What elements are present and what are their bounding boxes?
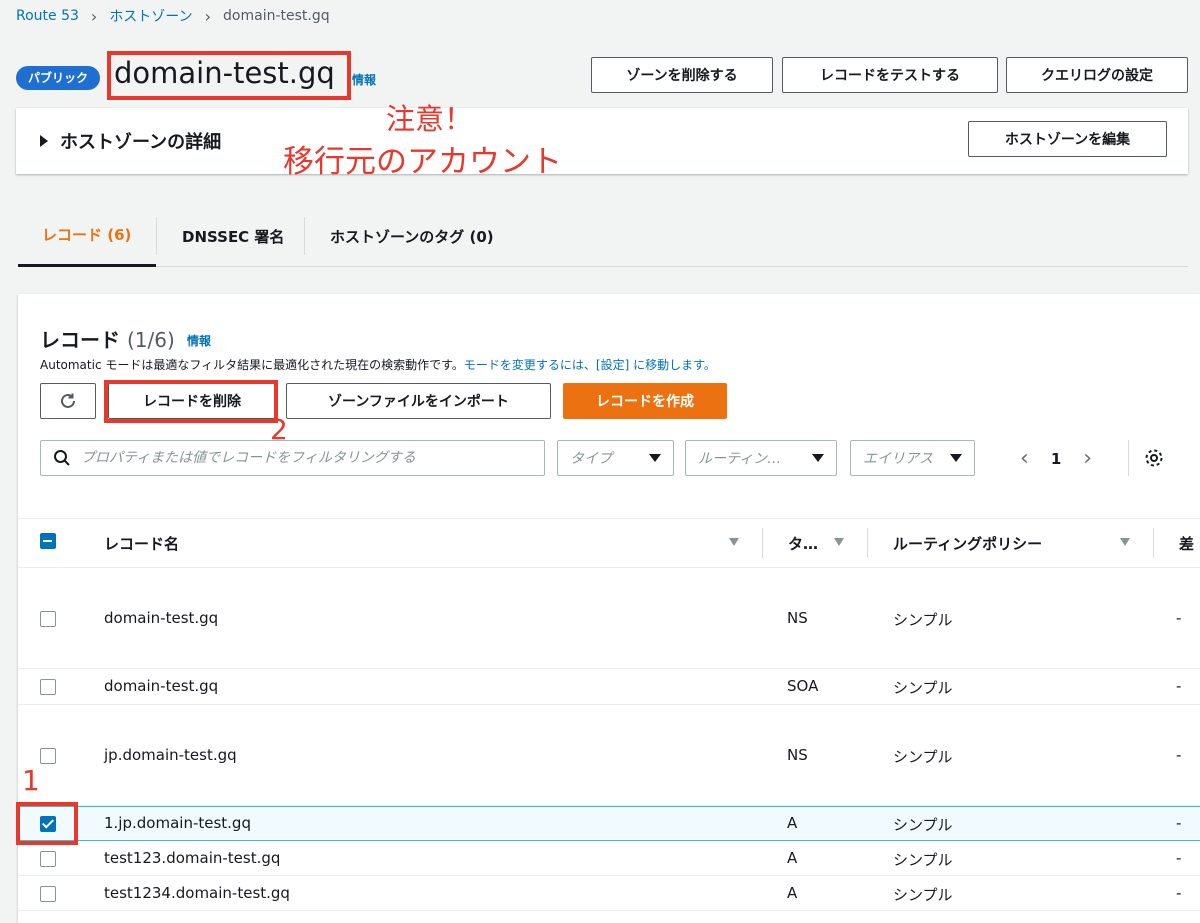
column-header-name[interactable]: レコード名 — [104, 533, 179, 554]
records-info-link[interactable]: 情報 — [187, 332, 211, 349]
record-type-cell: NS — [787, 608, 808, 627]
tab-bar: レコード (6) DNSSEC 署名 ホストゾーンのタグ (0) — [18, 205, 1188, 267]
row-checkbox[interactable] — [40, 850, 56, 867]
row-checkbox[interactable] — [40, 679, 56, 695]
select-all-checkbox[interactable] — [40, 533, 56, 549]
breadcrumb-current: domain-test.gq — [223, 8, 330, 24]
tab-dnssec[interactable]: DNSSEC 署名 — [182, 205, 284, 267]
row-checkbox[interactable] — [40, 747, 56, 764]
extra-cell: - — [1176, 883, 1182, 902]
search-icon — [54, 450, 70, 466]
record-type-cell: A — [787, 813, 798, 832]
records-title: レコード — [40, 328, 120, 352]
sort-icon[interactable] — [834, 538, 844, 546]
routing-filter-label: ルーティン… — [698, 451, 782, 467]
settings-button[interactable] — [1143, 447, 1165, 469]
query-log-button[interactable]: クエリログの設定 — [1006, 57, 1188, 93]
records-heading: レコード (1/6) — [40, 324, 175, 353]
routing-policy-cell: シンプル — [893, 815, 953, 834]
hosted-zone-details-toggle[interactable]: ホストゾーンの詳細 — [40, 128, 221, 154]
search-input[interactable] — [81, 450, 544, 466]
type-filter-select[interactable]: タイプ — [557, 440, 674, 476]
annotation-step-1: 1 — [22, 764, 40, 797]
chevron-left-icon[interactable]: ‹ — [1020, 446, 1029, 471]
refresh-icon — [61, 393, 75, 408]
public-badge: パブリック — [16, 66, 101, 90]
column-header-routing[interactable]: ルーティングポリシー — [893, 533, 1042, 554]
column-header-type[interactable]: タ… — [788, 533, 818, 554]
refresh-button[interactable] — [40, 383, 96, 419]
routing-policy-cell: シンプル — [893, 850, 953, 869]
record-name-cell: test123.domain-test.gq — [104, 848, 281, 867]
caret-down-icon — [649, 454, 661, 462]
routing-policy-cell: シンプル — [893, 885, 953, 904]
checkbox-highlight-box — [16, 802, 78, 845]
record-type-cell: SOA — [787, 677, 819, 695]
annotation-warning-line1: 注意！ — [386, 102, 474, 136]
current-page[interactable]: 1 — [1051, 450, 1061, 468]
records-count: (1/6) — [126, 328, 175, 352]
records-description: Automatic モードは最適なフィルタ結果に最適化された現在の検索動作です。… — [40, 356, 716, 373]
column-divider[interactable] — [1153, 528, 1154, 558]
gear-icon — [1145, 449, 1163, 467]
record-type-cell: A — [787, 848, 798, 867]
record-name-cell: test1234.domain-test.gq — [104, 883, 290, 902]
record-name-cell: domain-test.gq — [104, 677, 219, 695]
tab-records[interactable]: レコード (6) — [18, 205, 156, 267]
tab-tags[interactable]: ホストゾーンのタグ (0) — [330, 205, 494, 267]
column-divider[interactable] — [867, 528, 868, 558]
record-name-cell: jp.domain-test.gq — [104, 745, 237, 764]
delete-button-highlight-box — [104, 380, 278, 423]
record-name-cell: domain-test.gq — [104, 608, 219, 627]
caret-right-icon — [40, 135, 48, 147]
alias-filter-select[interactable]: エイリアス — [850, 440, 975, 476]
type-filter-label: タイプ — [570, 451, 612, 467]
record-search[interactable] — [40, 440, 545, 476]
records-description-text: Automatic モードは最適なフィルタ結果に最適化された現在の検索動作です。 — [40, 358, 464, 372]
test-record-button[interactable]: レコードをテストする — [782, 57, 998, 93]
column-divider[interactable] — [762, 528, 763, 558]
caret-down-icon — [950, 454, 962, 462]
import-zone-file-button[interactable]: ゾーンファイルをインポート — [286, 383, 551, 419]
pager-divider — [1128, 440, 1129, 476]
chevron-right-icon: › — [90, 6, 98, 26]
record-type-cell: NS — [787, 745, 808, 764]
extra-cell: - — [1176, 677, 1182, 695]
alias-filter-label: エイリアス — [863, 451, 933, 467]
breadcrumb: Route 53 › ホストゾーン › domain-test.gq — [16, 6, 330, 26]
sort-icon[interactable] — [1120, 538, 1130, 546]
routing-filter-select[interactable]: ルーティン… — [685, 440, 837, 476]
breadcrumb-route53[interactable]: Route 53 — [16, 8, 79, 24]
tab-divider — [156, 217, 157, 255]
extra-cell: - — [1176, 608, 1182, 627]
create-record-button[interactable]: レコードを作成 — [563, 383, 727, 419]
title-info-link[interactable]: 情報 — [352, 71, 376, 88]
sort-icon[interactable] — [729, 538, 739, 546]
extra-cell: - — [1176, 745, 1182, 764]
breadcrumb-hosted-zones[interactable]: ホストゾーン — [109, 6, 192, 26]
pagination: ‹ 1 › — [1020, 446, 1092, 471]
edit-hosted-zone-button[interactable]: ホストゾーンを編集 — [968, 121, 1167, 157]
extra-cell: - — [1176, 813, 1182, 832]
row-checkbox[interactable] — [40, 885, 56, 902]
extra-cell: - — [1176, 848, 1182, 867]
caret-down-icon — [812, 454, 824, 462]
annotation-warning-line2: 移行元のアカウント — [283, 144, 562, 180]
settings-mode-link[interactable]: モードを変更するには、[設定] に移動します。 — [464, 358, 716, 372]
delete-zone-button[interactable]: ゾーンを削除する — [591, 57, 773, 93]
record-type-cell: A — [787, 883, 798, 902]
column-header-extra[interactable]: 差 — [1179, 533, 1194, 554]
chevron-right-icon[interactable]: › — [1083, 446, 1092, 471]
routing-policy-cell: シンプル — [893, 610, 953, 629]
tab-divider — [304, 217, 305, 255]
title-highlight-box — [107, 51, 351, 100]
hosted-zone-details-title: ホストゾーンの詳細 — [60, 132, 222, 153]
routing-policy-cell: シンプル — [893, 679, 953, 697]
record-name-cell: 1.jp.domain-test.gq — [104, 813, 251, 832]
routing-policy-cell: シンプル — [893, 747, 953, 766]
chevron-right-icon: › — [204, 6, 212, 26]
row-checkbox[interactable] — [40, 610, 56, 627]
